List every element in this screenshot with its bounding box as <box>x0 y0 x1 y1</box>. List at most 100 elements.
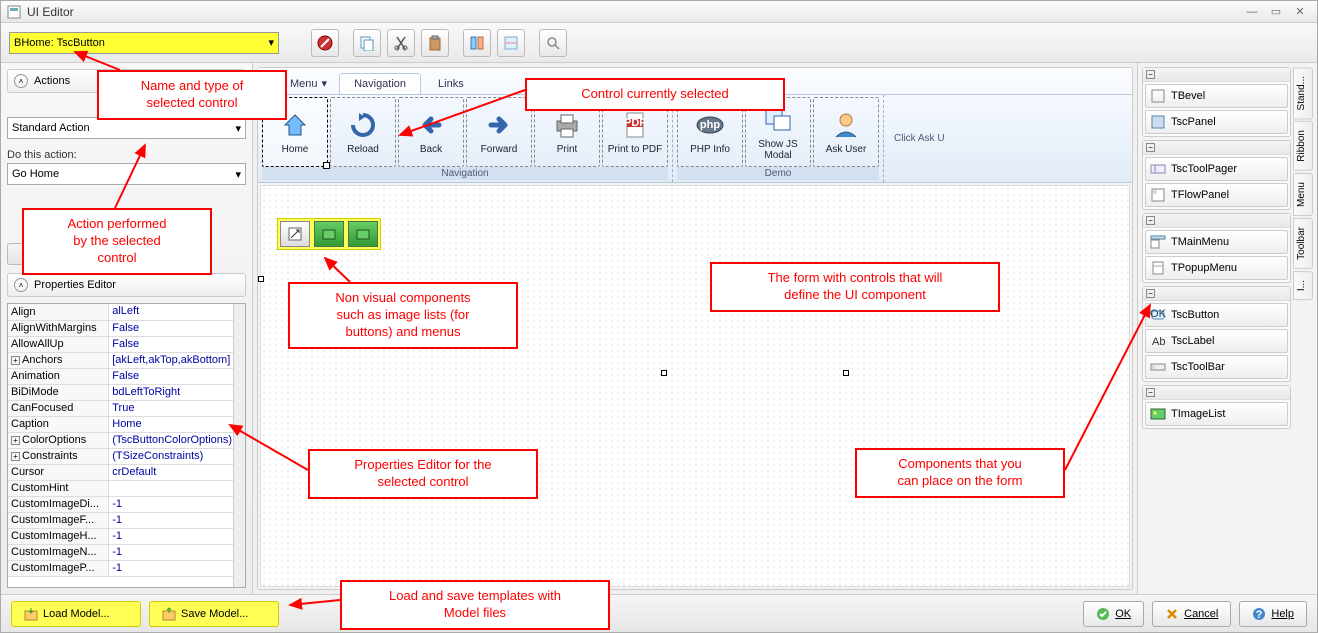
resize-handle[interactable] <box>843 370 849 376</box>
resize-handle[interactable] <box>661 370 667 376</box>
property-row[interactable]: CustomHint <box>8 480 245 496</box>
tab-links[interactable]: Links <box>423 73 479 94</box>
scrollbar[interactable] <box>233 304 245 587</box>
expand-icon[interactable]: + <box>11 356 20 365</box>
chevron-up-icon: ˄ <box>14 74 28 88</box>
save-model-button[interactable]: Save Model... <box>149 601 279 627</box>
paste-button[interactable] <box>421 29 449 57</box>
property-row[interactable]: CanFocusedTrue <box>8 400 245 416</box>
property-row[interactable]: +Anchors[akLeft,akTop,akBottom] <box>8 352 245 368</box>
palette-group-toggle[interactable]: − <box>1143 141 1290 155</box>
ribbon-item-show-js-modal[interactable]: Show JS Modal <box>745 97 811 167</box>
no-icon-button[interactable] <box>311 29 339 57</box>
palette-item-tscbutton[interactable]: OK TscButton <box>1145 303 1288 327</box>
palette-item-tsctoolbar[interactable]: TscToolBar <box>1145 355 1288 379</box>
palette-tab[interactable]: Toolbar <box>1293 218 1313 269</box>
nonvisual-component[interactable] <box>348 221 378 247</box>
ribbon-item-back[interactable]: Back <box>398 97 464 167</box>
action-type-select[interactable]: Standard Action ▾ <box>7 117 246 139</box>
cancel-label: Cancel <box>1184 608 1218 620</box>
property-row[interactable]: AlignalLeft ▾ <box>8 304 245 320</box>
expand-icon[interactable]: + <box>11 452 20 461</box>
palette-group-toggle[interactable]: − <box>1143 214 1290 228</box>
ribbon-item-caption: Print <box>557 144 578 155</box>
palette-tab[interactable]: Ribbon <box>1293 121 1313 171</box>
ok-button[interactable]: OK <box>1083 601 1144 627</box>
palette-item-tsctoolpager[interactable]: TscToolPager <box>1145 157 1288 181</box>
ribbon-item-print-to-pdf[interactable]: PDFPrint to PDF <box>602 97 668 167</box>
palette-item-tflowpanel[interactable]: TFlowPanel <box>1145 183 1288 207</box>
resize-handle[interactable] <box>843 276 849 282</box>
ribbon-menu-button[interactable]: Menu ▾ <box>264 73 337 94</box>
help-button[interactable]: ? Help <box>1239 601 1307 627</box>
apply-changes-button[interactable]: Apply Changes <box>7 243 117 265</box>
palette-group: − TscToolPagerTFlowPanel <box>1142 140 1291 210</box>
help-label: Help <box>1271 608 1294 620</box>
property-row[interactable]: CustomImageP...-1 <box>8 560 245 576</box>
ribbon-item-caption: Ask User <box>826 144 867 155</box>
ribbon-item-forward[interactable]: Forward <box>466 97 532 167</box>
palette-tab[interactable]: I... <box>1293 271 1313 300</box>
ribbon-item-reload[interactable]: Reload <box>330 97 396 167</box>
property-row[interactable]: AlignWithMarginsFalse <box>8 320 245 336</box>
palette-item-tscpanel[interactable]: TscPanel <box>1145 110 1288 134</box>
app-icon <box>7 5 21 19</box>
chevron-down-icon: ▾ <box>235 122 241 135</box>
ribbon-item-php-info[interactable]: phpPHP Info <box>677 97 743 167</box>
do-action-select[interactable]: Go Home ▾ <box>7 163 246 185</box>
left-panel: ˄ Actions Standard Action ▾ Do this acti… <box>1 63 253 594</box>
palette-item-tsclabel[interactable]: AbTscLabel <box>1145 329 1288 353</box>
ribbon-item-home[interactable]: Home <box>262 97 328 167</box>
tab-navigation[interactable]: Navigation <box>339 73 421 94</box>
tool-a-button[interactable] <box>463 29 491 57</box>
home-icon <box>279 109 311 141</box>
palette-item-tbevel[interactable]: TBevel <box>1145 84 1288 108</box>
palette-group-toggle[interactable]: − <box>1143 68 1290 82</box>
property-row[interactable]: CustomImageDi...-1 <box>8 496 245 512</box>
property-row[interactable]: AllowAllUpFalse <box>8 336 245 352</box>
palette-item-tmainmenu[interactable]: TMainMenu <box>1145 230 1288 254</box>
close-button[interactable]: ✕ <box>1289 4 1311 20</box>
ribbon-item-ask-user[interactable]: Ask User <box>813 97 879 167</box>
property-row[interactable]: CustomImageH...-1 <box>8 528 245 544</box>
palette-group-toggle[interactable]: − <box>1143 287 1290 301</box>
property-row[interactable]: CustomImageN...-1 <box>8 544 245 560</box>
user-icon <box>830 109 862 141</box>
nonvisual-component[interactable] <box>280 221 310 247</box>
minimize-button[interactable]: — <box>1241 4 1263 20</box>
component-icon: Ab <box>1150 333 1166 349</box>
property-row[interactable]: +Constraints(TSizeConstraints) <box>8 448 245 464</box>
cut-button[interactable] <box>387 29 415 57</box>
properties-grid[interactable]: AlignalLeft ▾AlignWithMarginsFalseAllowA… <box>7 303 246 588</box>
resize-handle[interactable] <box>258 276 264 282</box>
palette-item-tpopupmenu[interactable]: TPopupMenu <box>1145 256 1288 280</box>
search-button[interactable] <box>539 29 567 57</box>
property-row[interactable]: CursorcrDefault <box>8 464 245 480</box>
cancel-button[interactable]: Cancel <box>1152 601 1231 627</box>
modal-icon <box>762 104 794 136</box>
palette-item-timagelist[interactable]: TImageList <box>1145 402 1288 426</box>
maximize-button[interactable]: ▭ <box>1265 4 1287 20</box>
palette-tab[interactable]: Stand... <box>1293 67 1313 119</box>
form-canvas[interactable] <box>260 185 1130 587</box>
palette-group-toggle[interactable]: − <box>1143 386 1290 400</box>
properties-header[interactable]: ˄ Properties Editor <box>7 273 246 297</box>
palette-tab[interactable]: Menu <box>1293 173 1313 216</box>
actions-header[interactable]: ˄ Actions <box>7 69 246 93</box>
component-icon: OK <box>1150 307 1166 323</box>
minus-icon: − <box>1146 388 1155 397</box>
load-model-button[interactable]: Load Model... <box>11 601 141 627</box>
property-row[interactable]: AnimationFalse <box>8 368 245 384</box>
copy-button[interactable] <box>353 29 381 57</box>
property-row[interactable]: +ColorOptions(TscButtonColorOptions) <box>8 432 245 448</box>
property-row[interactable]: BiDiModebdLeftToRight <box>8 384 245 400</box>
tool-b-button[interactable] <box>497 29 525 57</box>
main-toolbar: BHome: TscButton ▾ <box>1 23 1317 63</box>
expand-icon[interactable]: + <box>11 436 20 445</box>
property-row[interactable]: CustomImageF...-1 <box>8 512 245 528</box>
ribbon-item-print[interactable]: Print <box>534 97 600 167</box>
nonvisual-component[interactable] <box>314 221 344 247</box>
palette-item-label: TscButton <box>1171 309 1219 321</box>
selected-control-combo[interactable]: BHome: TscButton ▾ <box>9 32 279 54</box>
property-row[interactable]: CaptionHome <box>8 416 245 432</box>
